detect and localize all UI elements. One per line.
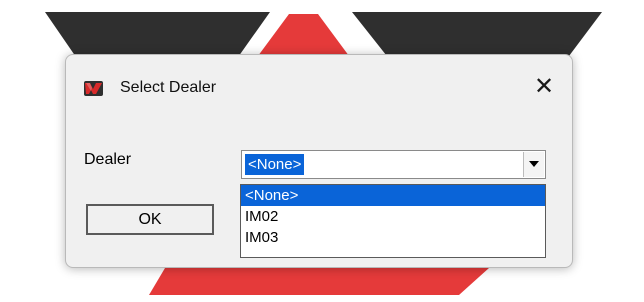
- dealer-select[interactable]: <None>: [241, 150, 546, 179]
- dialog-title: Select Dealer: [120, 79, 217, 96]
- chevron-down-icon: [529, 161, 539, 167]
- ok-button[interactable]: OK: [86, 204, 214, 235]
- logo-left-shape: [45, 12, 270, 60]
- dropdown-arrow-button[interactable]: [523, 152, 544, 177]
- dialog-titlebar: Select Dealer ✕: [66, 55, 572, 119]
- dealer-select-value: <None>: [245, 154, 305, 175]
- select-dealer-dialog: Select Dealer ✕ Dealer <None> <None> IM0…: [65, 54, 573, 268]
- app-logo-icon: [84, 81, 103, 96]
- logo-right-shape: [352, 12, 602, 60]
- logo-bottom-red-shape: [149, 268, 489, 295]
- dealer-options-list[interactable]: <None> IM02 IM03: [240, 184, 546, 258]
- option-im02[interactable]: IM02: [241, 206, 545, 227]
- option-none[interactable]: <None>: [241, 185, 545, 206]
- option-im03[interactable]: IM03: [241, 227, 545, 248]
- ok-button-label: OK: [138, 211, 162, 228]
- close-button[interactable]: ✕: [530, 73, 558, 101]
- dealer-label: Dealer: [84, 151, 132, 168]
